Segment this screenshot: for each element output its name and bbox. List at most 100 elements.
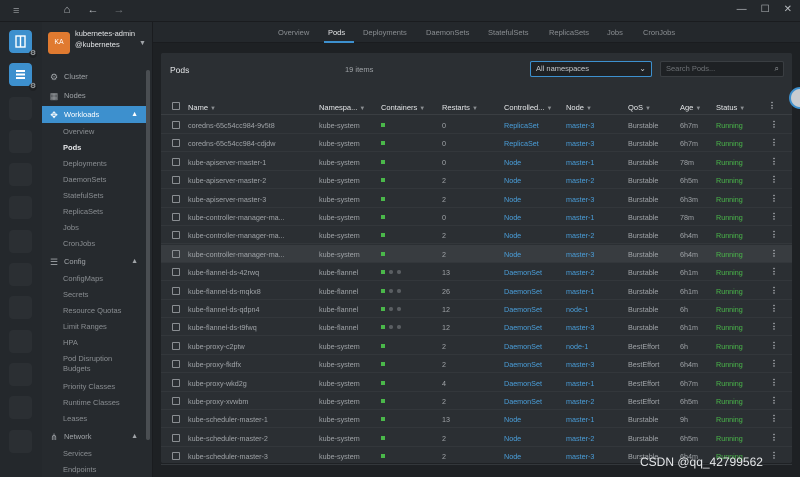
row-checkbox[interactable] <box>172 305 180 313</box>
cell-ctrl[interactable]: Node <box>504 195 564 204</box>
row-menu-icon[interactable]: ⋮ <box>770 378 778 387</box>
row-checkbox[interactable] <box>172 323 180 332</box>
cluster-button[interactable]: ⚙ <box>9 63 37 91</box>
row-checkbox[interactable] <box>172 286 180 295</box>
row-checkbox[interactable] <box>172 194 180 203</box>
row-checkbox[interactable] <box>172 249 180 258</box>
table-row[interactable]: kube-flannel-ds-42rwq kube-flannel 13 Daemo… <box>161 263 792 282</box>
sidebar-item-workloads[interactable]: ✥ Workloads ▲ <box>42 106 146 123</box>
tab-cronjobs[interactable]: CronJobs <box>643 28 675 37</box>
cell-ctrl[interactable]: Node <box>504 250 564 259</box>
cell-ctrl[interactable]: DaemonSet <box>504 305 564 314</box>
row-menu-icon[interactable]: ⋮ <box>770 414 778 423</box>
cell-ctrl[interactable]: DaemonSet <box>504 397 564 406</box>
sidebar-subitem-replicasets[interactable]: ReplicaSets <box>63 207 103 217</box>
row-checkbox[interactable] <box>172 378 180 387</box>
cell-node[interactable]: master-1 <box>566 158 624 167</box>
sidebar-subitem-statefulsets[interactable]: StatefulSets <box>63 191 103 201</box>
row-checkbox[interactable] <box>172 452 180 461</box>
hotbar-slot[interactable] <box>9 330 32 353</box>
sidebar-subitem-services[interactable]: Services <box>63 449 92 459</box>
row-menu-icon[interactable]: ⋮ <box>770 451 778 460</box>
cell-ctrl[interactable]: ReplicaSet <box>504 139 564 148</box>
row-menu-icon[interactable]: ⋮ <box>770 433 778 442</box>
hotbar-slot[interactable] <box>9 296 32 319</box>
namespace-select[interactable]: All namespaces ⌄ <box>530 61 652 77</box>
cell-node[interactable]: master-3 <box>566 250 624 259</box>
column-header[interactable]: Restarts ▼ <box>442 103 478 112</box>
cell-node[interactable]: master-1 <box>566 379 624 388</box>
sidebar-subitem-jobs[interactable]: Jobs <box>63 223 79 233</box>
cell-node[interactable]: master-1 <box>566 213 624 222</box>
select-all-checkbox[interactable] <box>172 102 180 110</box>
search-input[interactable]: Search Pods... ⌕ <box>660 61 784 77</box>
row-menu-icon[interactable]: ⋮ <box>770 322 778 331</box>
close-icon[interactable]: ✕ <box>784 4 792 15</box>
cell-node[interactable]: master-3 <box>566 360 624 369</box>
column-header[interactable]: QoS ▼ <box>628 103 651 112</box>
sidebar-subitem-limit-ranges[interactable]: Limit Ranges <box>63 322 107 332</box>
back-arrow-icon[interactable]: ← <box>86 4 100 16</box>
row-menu-icon[interactable]: ⋮ <box>770 157 778 166</box>
cell-ctrl[interactable]: DaemonSet <box>504 379 564 388</box>
table-row[interactable]: kube-proxy-wkd2g kube-system 4 DaemonSet mas… <box>161 374 792 392</box>
chevron-up-icon[interactable]: ▲ <box>131 111 138 118</box>
tab-deployments[interactable]: Deployments <box>363 28 407 37</box>
cell-node[interactable]: master-1 <box>566 287 624 296</box>
cell-ctrl[interactable]: Node <box>504 231 564 240</box>
column-header[interactable]: Age ▼ <box>680 103 701 112</box>
row-checkbox[interactable] <box>172 415 180 424</box>
column-header[interactable]: Name ▼ <box>188 103 216 112</box>
hotbar-slot[interactable] <box>9 196 32 219</box>
cell-ctrl[interactable]: DaemonSet <box>504 268 564 277</box>
row-menu-icon[interactable]: ⋮ <box>770 230 778 239</box>
hotbar-slot[interactable] <box>9 263 32 286</box>
cell-node[interactable]: master-3 <box>566 139 624 148</box>
chevron-down-icon[interactable]: ▼ <box>139 40 146 47</box>
column-header[interactable]: Status ▼ <box>716 103 745 112</box>
cell-node[interactable]: master-3 <box>566 195 624 204</box>
row-menu-icon[interactable]: ⋮ <box>770 175 778 184</box>
row-menu-icon[interactable]: ⋮ <box>770 396 778 405</box>
row-menu-icon[interactable]: ⋮ <box>770 212 778 221</box>
maximize-icon[interactable]: ☐ <box>761 4 770 15</box>
cell-ctrl[interactable]: DaemonSet <box>504 287 564 296</box>
cell-ctrl[interactable]: Node <box>504 415 564 424</box>
sidebar-subitem-resource-quotas[interactable]: Resource Quotas <box>63 306 121 316</box>
row-checkbox[interactable] <box>172 433 180 442</box>
column-header[interactable]: Namespa... ▼ <box>319 103 365 112</box>
sidebar-item-cluster[interactable]: ⚙ Cluster <box>42 68 146 85</box>
hotbar-slot[interactable] <box>9 230 32 253</box>
sidebar-item-config[interactable]: ☰ Config ▲ <box>42 253 146 270</box>
row-checkbox[interactable] <box>172 176 180 185</box>
hamburger-menu-icon[interactable]: ≡ <box>13 5 27 17</box>
sidebar-subitem-leases[interactable]: Leases <box>63 414 87 424</box>
cell-ctrl[interactable]: DaemonSet <box>504 360 564 369</box>
sidebar-subitem-endpoints[interactable]: Endpoints <box>63 465 96 475</box>
row-checkbox[interactable] <box>172 121 180 129</box>
tab-overview[interactable]: Overview <box>278 28 309 37</box>
table-row[interactable]: kube-proxy-xvwbm kube-system 2 DaemonSet mas… <box>161 392 792 410</box>
row-menu-icon[interactable]: ⋮ <box>770 120 778 129</box>
row-menu-icon[interactable]: ⋮ <box>770 138 778 147</box>
tab-replicasets[interactable]: ReplicaSets <box>549 28 589 37</box>
table-row[interactable]: kube-controller-manager-ma... kube-system… <box>161 244 792 263</box>
table-row[interactable]: kube-controller-manager-ma... kube-system… <box>161 208 792 226</box>
table-row[interactable]: kube-flannel-ds-qdpn4 kube-flannel 12 Daemo… <box>161 300 792 318</box>
hotbar-slot[interactable] <box>9 363 32 386</box>
row-menu-icon[interactable]: ⋮ <box>770 341 778 350</box>
table-row[interactable]: kube-proxy-c2ptw kube-system 2 DaemonSet nod… <box>161 337 792 355</box>
sidebar-subitem-overview[interactable]: Overview <box>63 127 94 137</box>
table-row[interactable]: kube-apiserver-master-2 kube-system 2 Node m… <box>161 171 792 190</box>
cell-node[interactable]: master-3 <box>566 452 624 461</box>
row-menu-icon[interactable]: ⋮ <box>770 194 778 203</box>
column-menu-icon[interactable]: ⋮ <box>768 101 776 110</box>
sidebar-subitem-cronjobs[interactable]: CronJobs <box>63 239 95 249</box>
sidebar-subitem-pod-disruption-budgets[interactable]: Pod Disruption Budgets <box>63 354 133 374</box>
chevron-up-icon[interactable]: ▲ <box>131 433 138 440</box>
cell-node[interactable]: master-1 <box>566 415 624 424</box>
column-header[interactable]: Containers ▼ <box>381 103 425 112</box>
row-menu-icon[interactable]: ⋮ <box>770 359 778 368</box>
hotbar-slot[interactable] <box>9 430 32 453</box>
sidebar-subitem-daemonsets[interactable]: DaemonSets <box>63 175 106 185</box>
